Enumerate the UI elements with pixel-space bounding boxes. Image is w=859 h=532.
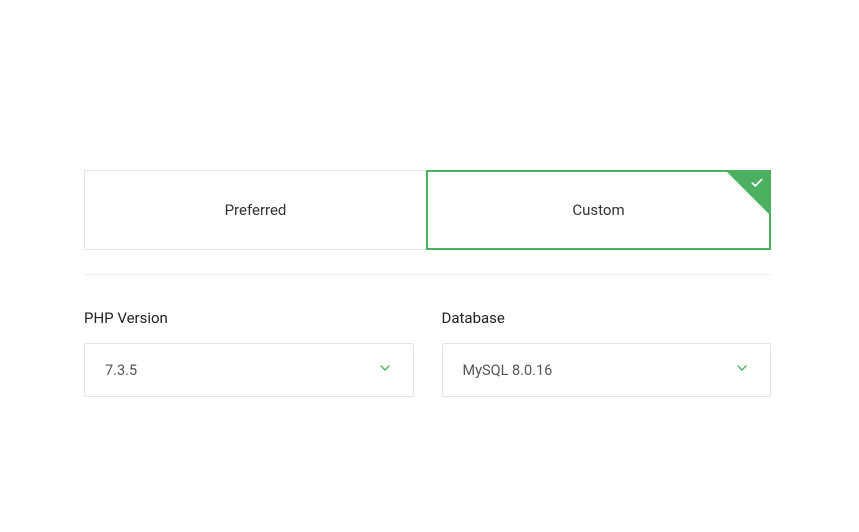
php-version-value: 7.3.5 — [105, 362, 137, 379]
php-version-field: PHP Version 7.3.5 — [84, 309, 414, 397]
chevron-down-icon — [734, 360, 750, 380]
selected-corner — [727, 172, 769, 214]
config-mode-tabs: Preferred Custom — [84, 170, 771, 250]
tab-preferred[interactable]: Preferred — [84, 170, 426, 250]
tab-label: Custom — [572, 201, 624, 219]
database-select[interactable]: MySQL 8.0.16 — [442, 343, 772, 397]
tab-custom[interactable]: Custom — [426, 170, 771, 250]
database-field: Database MySQL 8.0.16 — [442, 309, 772, 397]
php-version-label: PHP Version — [84, 309, 414, 327]
database-label: Database — [442, 309, 772, 327]
divider — [84, 274, 771, 275]
database-value: MySQL 8.0.16 — [463, 362, 553, 379]
chevron-down-icon — [377, 360, 393, 380]
tab-label: Preferred — [225, 201, 287, 219]
php-version-select[interactable]: 7.3.5 — [84, 343, 414, 397]
